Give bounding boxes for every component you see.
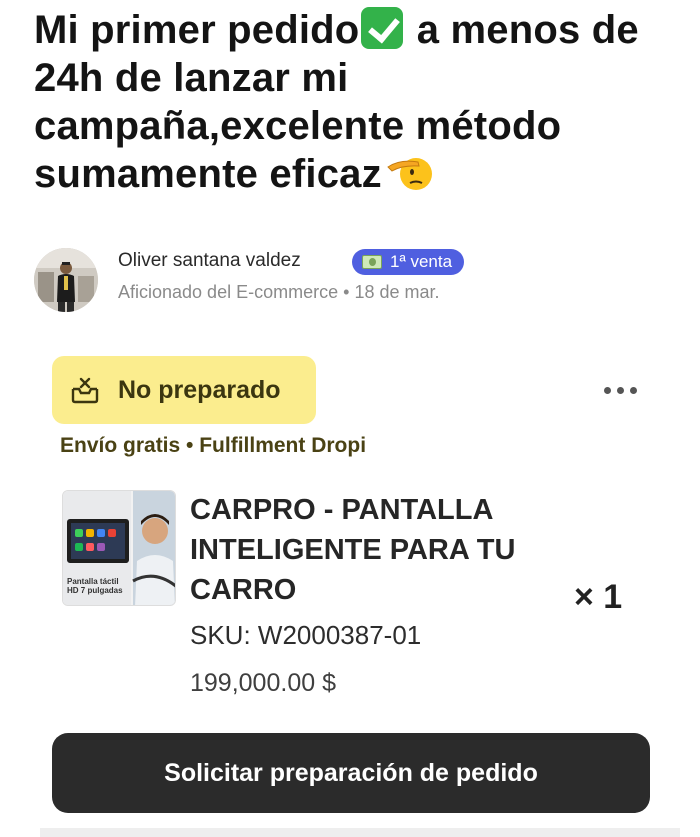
box-unprepared-icon — [71, 377, 99, 404]
avatar[interactable] — [34, 248, 98, 312]
divider — [40, 828, 680, 837]
separator-dot: • — [343, 282, 350, 302]
badge-label: 1ª venta — [390, 252, 453, 271]
product-price: 199,000.00 $ — [190, 669, 336, 697]
money-bill-icon — [362, 255, 382, 269]
product-title[interactable]: CARPRO - PANTALLA INTELIGENTE PARA TU CA… — [190, 490, 570, 610]
thumbnail-caption-line1: Pantalla táctil — [67, 577, 119, 586]
saluting-face-emoji-icon — [387, 158, 432, 190]
product-thumbnail[interactable]: Pantalla táctil HD 7 pulgadas — [62, 490, 176, 606]
post-title: Mi primer pedido a menos de 24h de lanza… — [34, 6, 674, 198]
post-date: 18 de mar. — [354, 282, 440, 302]
status-label: No preparado — [118, 376, 281, 404]
status-badge: No preparado — [52, 356, 316, 424]
avatar-photo — [34, 248, 98, 312]
check-emoji-icon — [361, 7, 404, 49]
order-card: No preparado Envío gratis • Fulfillment … — [52, 356, 672, 736]
author-row: Oliver santana valdez 1ª venta Aficionad… — [34, 246, 674, 314]
thumbnail-caption: Pantalla táctil HD 7 pulgadas — [67, 577, 123, 595]
post-title-text: Mi primer pedido — [34, 8, 360, 52]
shipping-info: Envío gratis • Fulfillment Dropi — [60, 434, 367, 457]
author-role: Aficionado del E-commerce — [118, 282, 339, 302]
request-preparation-button[interactable]: Solicitar preparación de pedido — [52, 733, 650, 813]
more-horizontal-icon[interactable] — [600, 380, 640, 400]
author-name[interactable]: Oliver santana valdez — [118, 250, 301, 272]
author-subtitle: Aficionado del E-commerce • 18 de mar. — [118, 282, 440, 303]
product-sku: SKU: W2000387-01 — [190, 620, 422, 650]
first-sale-badge: 1ª venta — [352, 249, 465, 275]
product-quantity: × 1 — [574, 578, 623, 616]
thumbnail-caption-line2: HD 7 pulgadas — [67, 586, 123, 595]
